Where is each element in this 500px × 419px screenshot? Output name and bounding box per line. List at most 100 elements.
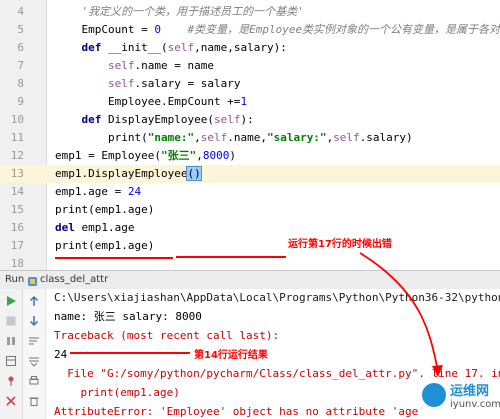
restore-layout-button[interactable] <box>3 353 19 369</box>
print-button[interactable] <box>26 373 42 389</box>
code-token: self <box>107 59 135 72</box>
line-number: 13 <box>10 167 24 180</box>
code-text: def DisplayEmployee(self): <box>55 111 254 129</box>
print-icon <box>29 376 39 385</box>
code-line[interactable]: 4 '我定义的一个类，用于描述员工的一个基类' <box>0 3 500 21</box>
code-text: print(emp1.age) <box>55 237 154 255</box>
line-number: 11 <box>10 131 24 144</box>
code-token: emp1 = Employee( <box>55 149 161 162</box>
code-token: ( <box>160 41 168 54</box>
code-line[interactable]: 10 def DisplayEmployee(self): <box>0 111 500 129</box>
code-token: ,name,salary): <box>194 41 287 54</box>
code-token: def <box>81 41 108 54</box>
code-line[interactable]: 9 Employee.EmpCount +=1 <box>0 93 500 111</box>
console-line: 24 <box>54 348 68 361</box>
rerun-button[interactable] <box>3 293 19 309</box>
code-token: .name = name <box>134 59 214 72</box>
site-watermark: 运维网 iyunv.com <box>418 377 500 419</box>
scroll-up-button[interactable] <box>26 293 42 309</box>
play-icon <box>7 296 16 306</box>
line-number: 10 <box>10 113 24 126</box>
code-token: Employee.EmpCount += <box>55 95 241 108</box>
stop-icon <box>6 316 16 326</box>
code-token: "张三" <box>160 149 197 162</box>
code-line[interactable]: 15 print(emp1.age) <box>0 201 500 219</box>
pin-button[interactable] <box>3 373 19 389</box>
scroll-to-end-button[interactable] <box>26 353 42 369</box>
console-line: name: 张三 salary: 8000 <box>54 310 202 323</box>
code-token: .salary) <box>359 131 413 144</box>
code-line[interactable]: 17 print(emp1.age) <box>0 237 500 255</box>
close-icon <box>6 396 16 406</box>
code-line[interactable]: 7 self.name = name <box>0 57 500 75</box>
line-number: 6 <box>17 41 24 54</box>
close-run-button[interactable] <box>3 393 19 409</box>
code-line[interactable]: 14 emp1.age = 24 <box>0 183 500 201</box>
code-text: del emp1.age <box>55 219 134 237</box>
code-token: .name, <box>227 131 267 144</box>
code-line[interactable]: 5 EmpCount = 0 #类变量，是Employee类实例对象的一个公有变… <box>0 21 500 39</box>
code-token: def <box>81 113 108 126</box>
code-text: Employee.EmpCount +=1 <box>55 93 247 111</box>
code-token: .salary = salary <box>134 77 241 90</box>
run-label: Run <box>5 274 25 285</box>
pause-icon <box>7 337 15 345</box>
scroll-end-icon <box>29 357 39 367</box>
code-token: 24 <box>127 185 142 198</box>
code-token: emp1.DisplayEmployee <box>55 167 188 180</box>
code-token: self <box>200 131 228 144</box>
stop-button[interactable] <box>3 313 19 329</box>
line-number: 9 <box>17 95 24 108</box>
scroll-down-button[interactable] <box>26 313 42 329</box>
code-token: self <box>107 77 135 90</box>
console-line: Traceback (most recent call last): <box>54 329 280 342</box>
code-text: print(emp1.age) <box>55 201 154 219</box>
watermark-url: iyunv.com <box>450 399 500 410</box>
python-file-icon <box>28 275 37 286</box>
code-line[interactable]: 12 emp1 = Employee("张三",8000) <box>0 147 500 165</box>
code-token: DisplayEmployee( <box>108 113 214 126</box>
trash-icon <box>29 397 39 406</box>
code-line[interactable]: 16 del emp1.age <box>0 219 500 237</box>
code-token: self <box>167 41 195 54</box>
soft-wrap-button[interactable] <box>26 333 42 349</box>
code-token: "salary:" <box>266 131 327 144</box>
code-token: EmpCount = <box>55 23 155 36</box>
pause-button[interactable] <box>3 333 19 349</box>
error-annotation-arrow <box>176 256 286 258</box>
line-number: 4 <box>17 5 24 18</box>
line-number: 18 <box>10 257 24 270</box>
arrow-up-icon <box>29 295 39 306</box>
code-line[interactable]: 13 emp1.DisplayEmployee() <box>0 165 500 183</box>
output-annotation-arrow <box>70 352 190 354</box>
clear-all-button[interactable] <box>26 393 42 409</box>
line-number: 5 <box>17 23 24 36</box>
code-text: emp1 = Employee("张三",8000) <box>55 147 236 165</box>
code-editor[interactable]: 4 '我定义的一个类，用于描述员工的一个基类' 5 EmpCount = 0 #类… <box>0 0 500 270</box>
code-line[interactable]: 8 self.salary = salary <box>0 75 500 93</box>
code-line[interactable]: 11 print("name:",self.name,"salary:",sel… <box>0 129 500 147</box>
line-number: 14 <box>10 185 24 198</box>
wrap-icon <box>29 337 39 345</box>
code-text: emp1.DisplayEmployee() <box>55 165 202 183</box>
line-number: 15 <box>10 203 24 216</box>
code-token: del <box>55 221 82 234</box>
code-text: self.name = name <box>55 57 214 75</box>
output-annotation: 第14行运行结果 <box>194 350 268 361</box>
error-line-underline <box>55 257 173 259</box>
layout-icon <box>6 356 16 366</box>
code-line[interactable]: 6 def __init__(self,name,salary): <box>0 39 500 57</box>
run-config-tab[interactable]: class_del_attr <box>40 271 108 289</box>
code-token: self <box>213 113 241 126</box>
code-token: , <box>194 131 201 144</box>
code-token: '我定义的一个类，用于描述员工的一个基类' <box>81 5 304 18</box>
code-text: emp1.age = 24 <box>55 183 141 201</box>
console-toolbar <box>23 289 46 419</box>
run-toolbar <box>0 289 23 419</box>
line-number: 16 <box>10 221 24 234</box>
